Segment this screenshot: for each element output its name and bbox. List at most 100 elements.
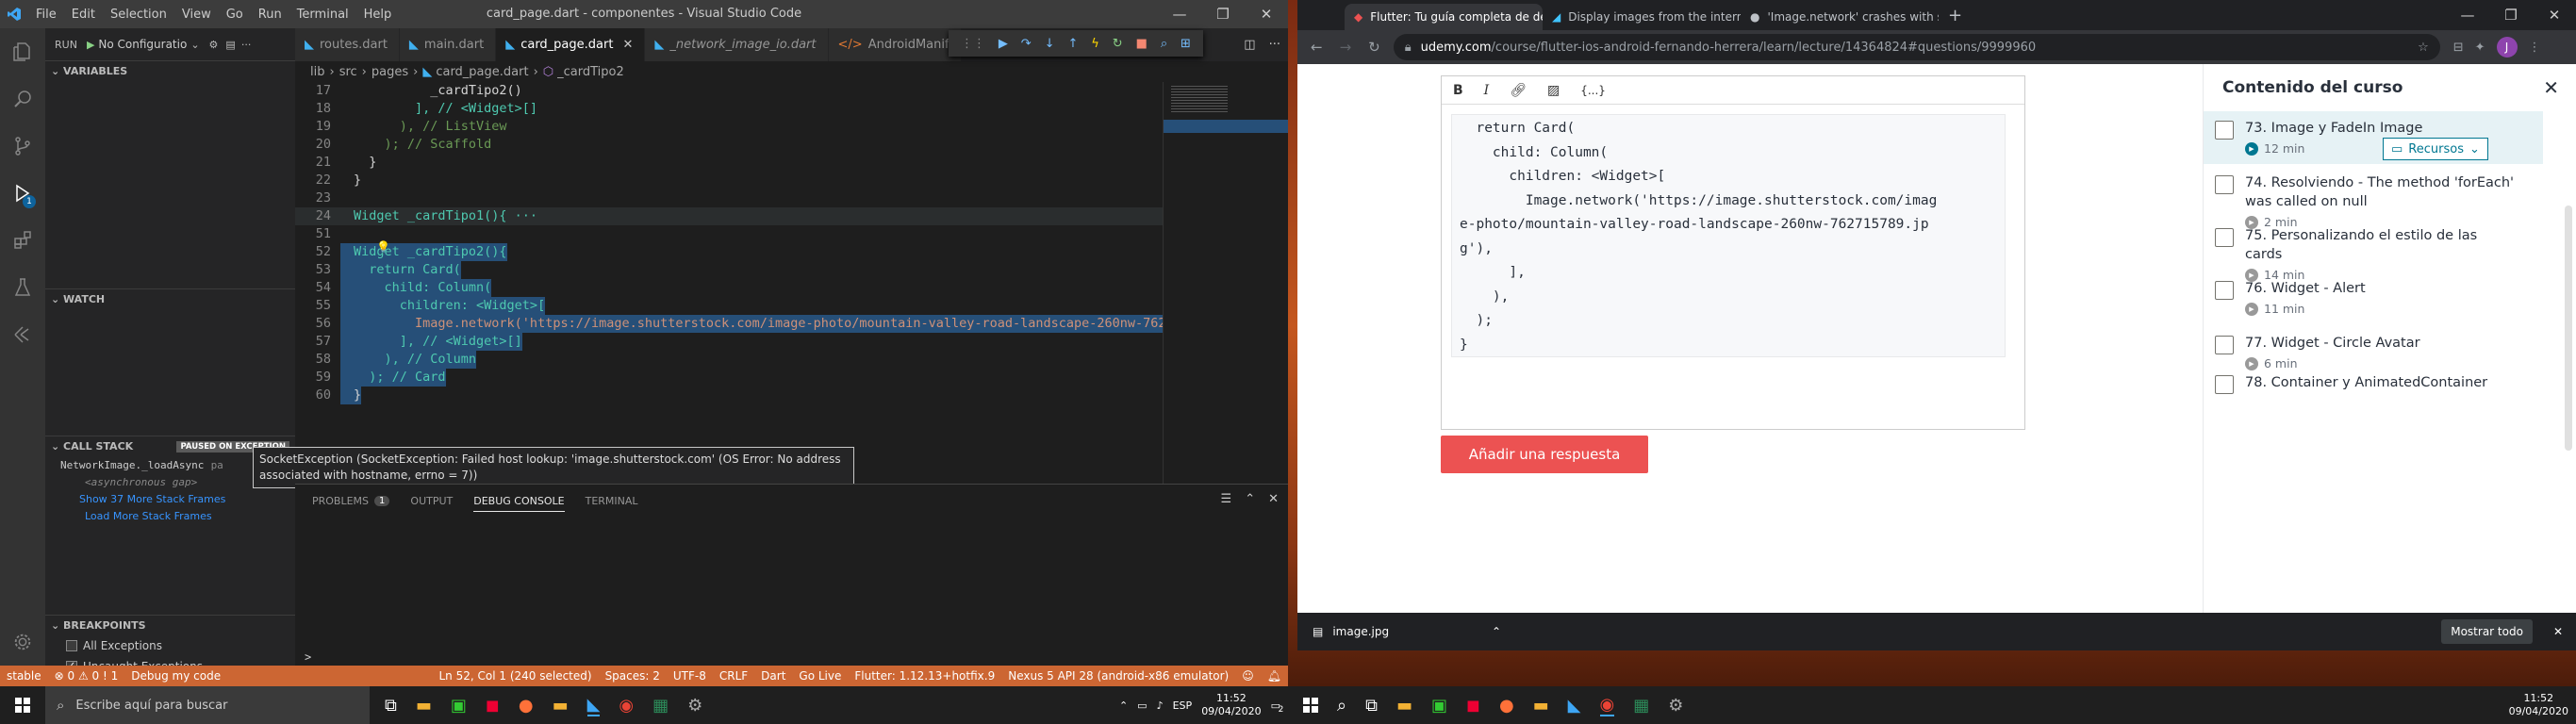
terminal-app-icon[interactable]: ▣	[451, 696, 467, 716]
chevron-down-icon[interactable]: ⌄	[190, 39, 199, 51]
tab-card-page[interactable]: ◣ card_page.dart ✕	[496, 28, 646, 61]
terminal-app-icon[interactable]: ▣	[1431, 696, 1447, 716]
clock[interactable]: 11:52 09/04/2020	[2509, 692, 2568, 718]
folder-icon[interactable]: ▬	[1533, 696, 1549, 716]
bold-button[interactable]: B	[1453, 83, 1463, 98]
vscode-taskbar-icon[interactable]: ◣	[586, 695, 601, 716]
code-line[interactable]: 22}	[295, 172, 1163, 189]
restart-icon[interactable]: ↻	[1113, 37, 1123, 51]
drag-handle-icon[interactable]: ⋮⋮	[961, 37, 985, 51]
debug-console-icon[interactable]: ▤	[225, 39, 235, 51]
image-icon[interactable]: ▨	[1547, 83, 1560, 98]
settings-gear-icon[interactable]	[0, 618, 45, 666]
bookmark-star-icon[interactable]: ☆	[2418, 41, 2429, 55]
back-icon[interactable]: ←	[1311, 39, 1323, 56]
maximize-icon[interactable]: ❐	[2489, 1, 2533, 29]
extension-icon[interactable]: ⊟	[2453, 41, 2464, 55]
crumb-src[interactable]: src	[339, 65, 357, 79]
code-line[interactable]: 57 ], // <Widget>[]	[295, 333, 1163, 351]
completed-checkbox[interactable]	[2215, 175, 2234, 194]
close-panel-icon[interactable]: ✕	[1268, 492, 1279, 506]
add-answer-button[interactable]: Añadir una respuesta	[1441, 436, 1648, 473]
code-line[interactable]: 54 child: Column(	[295, 279, 1163, 297]
split-editor-icon[interactable]: ◫	[1244, 38, 1255, 52]
close-panel-icon[interactable]: ✕	[2543, 76, 2559, 99]
chrome-icon[interactable]: ◉	[619, 696, 634, 716]
feedback-icon[interactable]: ☺	[1235, 669, 1261, 683]
firefox-icon[interactable]: ●	[519, 696, 534, 716]
continue-icon[interactable]: ▶	[999, 37, 1008, 51]
console-prompt[interactable]: >	[305, 650, 311, 664]
italic-button[interactable]: I	[1484, 83, 1490, 98]
search-icon[interactable]: ⌕	[1337, 696, 1346, 716]
chrome-tab-udemy[interactable]: ◆Flutter: Tu guía completa de des✕	[1345, 4, 1543, 30]
checkbox[interactable]	[66, 640, 77, 651]
code-line[interactable]: 55 children: <Widget>[	[295, 297, 1163, 315]
menu-go[interactable]: Go	[219, 8, 251, 22]
chrome-tab-flutter-docs[interactable]: ◢Display images from the interne✕	[1543, 4, 1741, 30]
code-block-button[interactable]: {...}	[1580, 84, 1606, 97]
code-snippet[interactable]: return Card( child: Column( children: <W…	[1451, 114, 2006, 357]
problems-summary[interactable]: ⊗ 0 ⚠ 0 ! 1	[48, 669, 125, 683]
code-line[interactable]: 58 ), // Column	[295, 351, 1163, 369]
windows-start-icon[interactable]	[1288, 698, 1333, 713]
menu-file[interactable]: File	[28, 8, 64, 22]
tab-output[interactable]: OUTPUT	[410, 495, 453, 507]
run-config-select[interactable]: No Configuratio	[98, 38, 187, 51]
tab-main[interactable]: ◣ main.dart	[399, 28, 497, 61]
lock-icon[interactable]: 🔒︎	[1405, 41, 1412, 55]
code-line[interactable]: 21 }	[295, 154, 1163, 172]
volume-icon[interactable]: ♪	[1157, 699, 1164, 712]
device-selector[interactable]: Nexus 5 API 28 (android-x86 emulator)	[1001, 669, 1235, 683]
extensions-puzzle-icon[interactable]: ✦	[2475, 41, 2485, 55]
close-download-bar-icon[interactable]: ✕	[2553, 625, 2563, 638]
taskbar-search-box[interactable]: ⌕ Escribe aquí para buscar	[45, 686, 370, 724]
watch-section[interactable]: ⌄ WATCH	[45, 288, 295, 309]
completed-checkbox[interactable]	[2215, 121, 2234, 140]
menu-view[interactable]: View	[174, 8, 219, 22]
notifications-bell-icon[interactable]: 🔔︎	[1261, 669, 1288, 683]
resources-dropdown[interactable]: ▭ Recursos ⌄	[2383, 138, 2488, 160]
language-mode[interactable]: Dart	[754, 669, 792, 683]
code-line[interactable]: 23	[295, 189, 1163, 207]
line-ending[interactable]: CRLF	[713, 669, 754, 683]
keyboard-language[interactable]: ESP	[1173, 699, 1193, 712]
stop-icon[interactable]: ■	[1136, 37, 1148, 51]
variables-section[interactable]: ⌄ VARIABLES	[45, 60, 295, 81]
git-branch[interactable]: stable	[0, 669, 48, 683]
maximize-panel-icon[interactable]: ⌃	[1245, 492, 1255, 506]
explorer-icon[interactable]	[0, 28, 45, 75]
step-into-icon[interactable]: ↓	[1045, 37, 1055, 51]
clear-console-icon[interactable]: ☰	[1221, 492, 1232, 506]
tab-terminal[interactable]: TERMINAL	[586, 495, 638, 507]
menu-terminal[interactable]: Terminal	[289, 8, 356, 22]
go-live[interactable]: Go Live	[792, 669, 848, 683]
sheets-app-icon[interactable]: ▦	[1633, 696, 1649, 716]
code-line[interactable]: 24 Widget _cardTipo1(){ ···	[295, 207, 1163, 225]
tray-chevron-icon[interactable]: ⌃	[1119, 699, 1128, 712]
tab-android-manifest[interactable]: </> AndroidManif	[828, 28, 962, 61]
file-explorer-icon[interactable]: ▬	[1396, 696, 1412, 716]
sheets-app-icon[interactable]: ▦	[652, 696, 669, 716]
search-icon[interactable]	[0, 75, 45, 123]
extensions-icon[interactable]	[0, 217, 45, 264]
tab-network-image[interactable]: ◣ _network_image_io.dart	[645, 28, 829, 61]
code-line[interactable]: 20 ); // Scaffold	[295, 136, 1163, 154]
chrome-menu-icon[interactable]: ⋮	[2529, 41, 2541, 55]
address-bar[interactable]: 🔒︎ udemy.com/course/flutter-ios-android-…	[1393, 34, 2440, 60]
task-view-icon[interactable]: ⧉	[1365, 696, 1378, 716]
menu-run[interactable]: Run	[251, 8, 289, 22]
step-over-icon[interactable]: ↷	[1021, 37, 1032, 51]
file-explorer-icon[interactable]: ▬	[416, 696, 432, 716]
tab-problems[interactable]: PROBLEMS 1	[312, 495, 390, 507]
folder-icon[interactable]: ▬	[553, 696, 569, 716]
task-view-icon[interactable]: ⧉	[385, 696, 397, 716]
encoding[interactable]: UTF-8	[667, 669, 713, 683]
download-item[interactable]: ▤ image.jpg ⌃	[1313, 625, 1501, 638]
close-icon[interactable]: ✕	[2533, 1, 2576, 29]
action-center-icon[interactable]: ▭ 2	[1271, 699, 1284, 715]
tab-debug-console[interactable]: DEBUG CONSOLE	[473, 495, 565, 512]
code-line[interactable]: 51	[295, 225, 1163, 243]
widget-inspector-icon[interactable]: ⌕	[1161, 37, 1167, 51]
source-control-icon[interactable]	[0, 123, 45, 170]
